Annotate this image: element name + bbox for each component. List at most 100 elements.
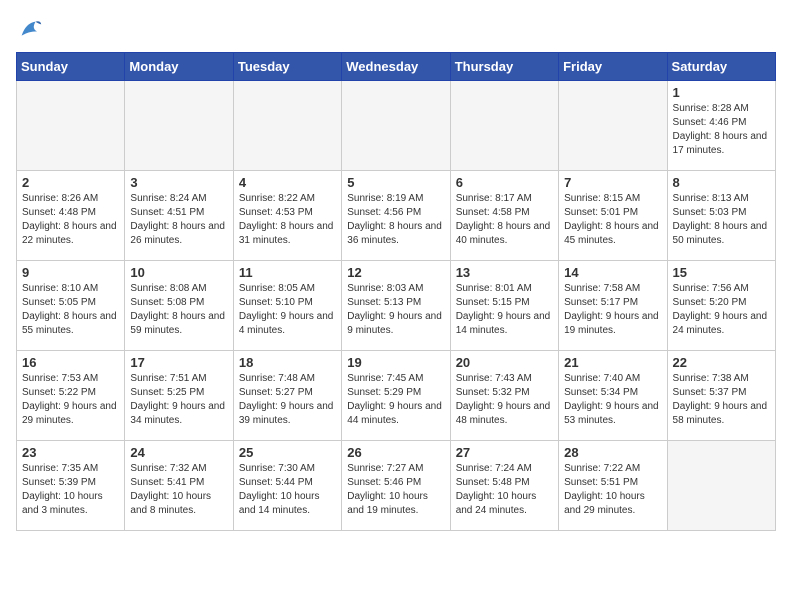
day-info: Sunrise: 8:24 AM Sunset: 4:51 PM Dayligh… bbox=[130, 192, 227, 248]
week-row-2: 2 Sunrise: 8:26 AM Sunset: 4:48 PM Daylig… bbox=[17, 171, 776, 261]
calendar-cell: 14 Sunrise: 7:58 AM Sunset: 5:17 PM Dayli… bbox=[559, 261, 667, 351]
day-info: Sunrise: 8:01 AM Sunset: 5:15 PM Dayligh… bbox=[456, 282, 553, 338]
day-info: Sunrise: 8:13 AM Sunset: 5:03 PM Dayligh… bbox=[673, 192, 770, 248]
day-info: Sunrise: 8:28 AM Sunset: 4:46 PM Dayligh… bbox=[673, 102, 770, 158]
day-info: Sunrise: 8:15 AM Sunset: 5:01 PM Dayligh… bbox=[564, 192, 661, 248]
day-info: Sunrise: 8:10 AM Sunset: 5:05 PM Dayligh… bbox=[22, 282, 119, 338]
week-row-4: 16 Sunrise: 7:53 AM Sunset: 5:22 PM Dayli… bbox=[17, 351, 776, 441]
day-header-friday: Friday bbox=[559, 53, 667, 81]
day-number: 17 bbox=[130, 355, 227, 370]
day-number: 12 bbox=[347, 265, 444, 280]
day-number: 2 bbox=[22, 175, 119, 190]
day-number: 4 bbox=[239, 175, 336, 190]
week-row-3: 9 Sunrise: 8:10 AM Sunset: 5:05 PM Daylig… bbox=[17, 261, 776, 351]
day-number: 3 bbox=[130, 175, 227, 190]
day-info: Sunrise: 7:56 AM Sunset: 5:20 PM Dayligh… bbox=[673, 282, 770, 338]
day-number: 18 bbox=[239, 355, 336, 370]
day-number: 9 bbox=[22, 265, 119, 280]
calendar-cell bbox=[125, 81, 233, 171]
calendar-cell: 3 Sunrise: 8:24 AM Sunset: 4:51 PM Daylig… bbox=[125, 171, 233, 261]
calendar-cell: 16 Sunrise: 7:53 AM Sunset: 5:22 PM Dayli… bbox=[17, 351, 125, 441]
calendar-table: SundayMondayTuesdayWednesdayThursdayFrid… bbox=[16, 52, 776, 531]
day-number: 26 bbox=[347, 445, 444, 460]
calendar-cell: 17 Sunrise: 7:51 AM Sunset: 5:25 PM Dayli… bbox=[125, 351, 233, 441]
day-info: Sunrise: 7:27 AM Sunset: 5:46 PM Dayligh… bbox=[347, 462, 444, 518]
calendar-cell bbox=[559, 81, 667, 171]
calendar-cell bbox=[233, 81, 341, 171]
day-number: 11 bbox=[239, 265, 336, 280]
calendar-cell: 7 Sunrise: 8:15 AM Sunset: 5:01 PM Daylig… bbox=[559, 171, 667, 261]
day-headers-row: SundayMondayTuesdayWednesdayThursdayFrid… bbox=[17, 53, 776, 81]
calendar-cell: 6Sunrise: 8:17 AM Sunset: 4:58 PM Daylig… bbox=[450, 171, 558, 261]
day-number: 1 bbox=[673, 85, 770, 100]
day-info: Sunrise: 8:05 AM Sunset: 5:10 PM Dayligh… bbox=[239, 282, 336, 338]
calendar-cell: 27 Sunrise: 7:24 AM Sunset: 5:48 PM Dayli… bbox=[450, 441, 558, 531]
day-info: Sunrise: 8:26 AM Sunset: 4:48 PM Dayligh… bbox=[22, 192, 119, 248]
calendar-cell: 5 Sunrise: 8:19 AM Sunset: 4:56 PM Daylig… bbox=[342, 171, 450, 261]
day-number: 24 bbox=[130, 445, 227, 460]
calendar-cell: 2 Sunrise: 8:26 AM Sunset: 4:48 PM Daylig… bbox=[17, 171, 125, 261]
calendar-cell: 18 Sunrise: 7:48 AM Sunset: 5:27 PM Dayli… bbox=[233, 351, 341, 441]
logo bbox=[16, 16, 48, 44]
calendar-cell: 19 Sunrise: 7:45 AM Sunset: 5:29 PM Dayli… bbox=[342, 351, 450, 441]
calendar-cell: 24 Sunrise: 7:32 AM Sunset: 5:41 PM Dayli… bbox=[125, 441, 233, 531]
page-header bbox=[16, 16, 776, 44]
day-number: 19 bbox=[347, 355, 444, 370]
day-info: Sunrise: 8:22 AM Sunset: 4:53 PM Dayligh… bbox=[239, 192, 336, 248]
day-header-monday: Monday bbox=[125, 53, 233, 81]
calendar-cell: 1 Sunrise: 8:28 AM Sunset: 4:46 PM Daylig… bbox=[667, 81, 775, 171]
week-row-5: 23Sunrise: 7:35 AM Sunset: 5:39 PM Dayli… bbox=[17, 441, 776, 531]
calendar-cell: 11 Sunrise: 8:05 AM Sunset: 5:10 PM Dayli… bbox=[233, 261, 341, 351]
calendar-cell: 13 Sunrise: 8:01 AM Sunset: 5:15 PM Dayli… bbox=[450, 261, 558, 351]
day-info: Sunrise: 7:24 AM Sunset: 5:48 PM Dayligh… bbox=[456, 462, 553, 518]
day-info: Sunrise: 8:19 AM Sunset: 4:56 PM Dayligh… bbox=[347, 192, 444, 248]
day-number: 5 bbox=[347, 175, 444, 190]
day-info: Sunrise: 7:35 AM Sunset: 5:39 PM Dayligh… bbox=[22, 462, 119, 518]
calendar-cell: 21 Sunrise: 7:40 AM Sunset: 5:34 PM Dayli… bbox=[559, 351, 667, 441]
day-info: Sunrise: 7:40 AM Sunset: 5:34 PM Dayligh… bbox=[564, 372, 661, 428]
calendar-cell: 28 Sunrise: 7:22 AM Sunset: 5:51 PM Dayli… bbox=[559, 441, 667, 531]
day-info: Sunrise: 7:51 AM Sunset: 5:25 PM Dayligh… bbox=[130, 372, 227, 428]
day-info: Sunrise: 7:53 AM Sunset: 5:22 PM Dayligh… bbox=[22, 372, 119, 428]
day-number: 10 bbox=[130, 265, 227, 280]
day-info: Sunrise: 7:45 AM Sunset: 5:29 PM Dayligh… bbox=[347, 372, 444, 428]
calendar-cell: 9 Sunrise: 8:10 AM Sunset: 5:05 PM Daylig… bbox=[17, 261, 125, 351]
calendar-cell bbox=[450, 81, 558, 171]
day-number: 20 bbox=[456, 355, 553, 370]
day-info: Sunrise: 7:30 AM Sunset: 5:44 PM Dayligh… bbox=[239, 462, 336, 518]
day-info: Sunrise: 7:48 AM Sunset: 5:27 PM Dayligh… bbox=[239, 372, 336, 428]
day-header-saturday: Saturday bbox=[667, 53, 775, 81]
calendar-cell: 4 Sunrise: 8:22 AM Sunset: 4:53 PM Daylig… bbox=[233, 171, 341, 261]
day-number: 27 bbox=[456, 445, 553, 460]
day-header-thursday: Thursday bbox=[450, 53, 558, 81]
day-number: 7 bbox=[564, 175, 661, 190]
calendar-cell: 15 Sunrise: 7:56 AM Sunset: 5:20 PM Dayli… bbox=[667, 261, 775, 351]
day-info: Sunrise: 7:22 AM Sunset: 5:51 PM Dayligh… bbox=[564, 462, 661, 518]
day-info: Sunrise: 8:08 AM Sunset: 5:08 PM Dayligh… bbox=[130, 282, 227, 338]
day-header-wednesday: Wednesday bbox=[342, 53, 450, 81]
day-number: 16 bbox=[22, 355, 119, 370]
day-header-sunday: Sunday bbox=[17, 53, 125, 81]
calendar-cell: 12 Sunrise: 8:03 AM Sunset: 5:13 PM Dayli… bbox=[342, 261, 450, 351]
day-number: 28 bbox=[564, 445, 661, 460]
calendar-cell bbox=[667, 441, 775, 531]
day-number: 8 bbox=[673, 175, 770, 190]
calendar-cell: 23Sunrise: 7:35 AM Sunset: 5:39 PM Dayli… bbox=[17, 441, 125, 531]
day-info: Sunrise: 7:38 AM Sunset: 5:37 PM Dayligh… bbox=[673, 372, 770, 428]
day-number: 15 bbox=[673, 265, 770, 280]
day-number: 22 bbox=[673, 355, 770, 370]
calendar-cell: 10 Sunrise: 8:08 AM Sunset: 5:08 PM Dayli… bbox=[125, 261, 233, 351]
week-row-1: 1 Sunrise: 8:28 AM Sunset: 4:46 PM Daylig… bbox=[17, 81, 776, 171]
day-number: 13 bbox=[456, 265, 553, 280]
day-info: Sunrise: 8:03 AM Sunset: 5:13 PM Dayligh… bbox=[347, 282, 444, 338]
calendar-cell: 26 Sunrise: 7:27 AM Sunset: 5:46 PM Dayli… bbox=[342, 441, 450, 531]
day-info: Sunrise: 7:58 AM Sunset: 5:17 PM Dayligh… bbox=[564, 282, 661, 338]
calendar-cell: 22 Sunrise: 7:38 AM Sunset: 5:37 PM Dayli… bbox=[667, 351, 775, 441]
day-number: 25 bbox=[239, 445, 336, 460]
calendar-cell: 25 Sunrise: 7:30 AM Sunset: 5:44 PM Dayli… bbox=[233, 441, 341, 531]
day-number: 14 bbox=[564, 265, 661, 280]
calendar-cell bbox=[17, 81, 125, 171]
day-info: Sunrise: 8:17 AM Sunset: 4:58 PM Dayligh… bbox=[456, 192, 553, 248]
day-number: 21 bbox=[564, 355, 661, 370]
day-info: Sunrise: 7:32 AM Sunset: 5:41 PM Dayligh… bbox=[130, 462, 227, 518]
